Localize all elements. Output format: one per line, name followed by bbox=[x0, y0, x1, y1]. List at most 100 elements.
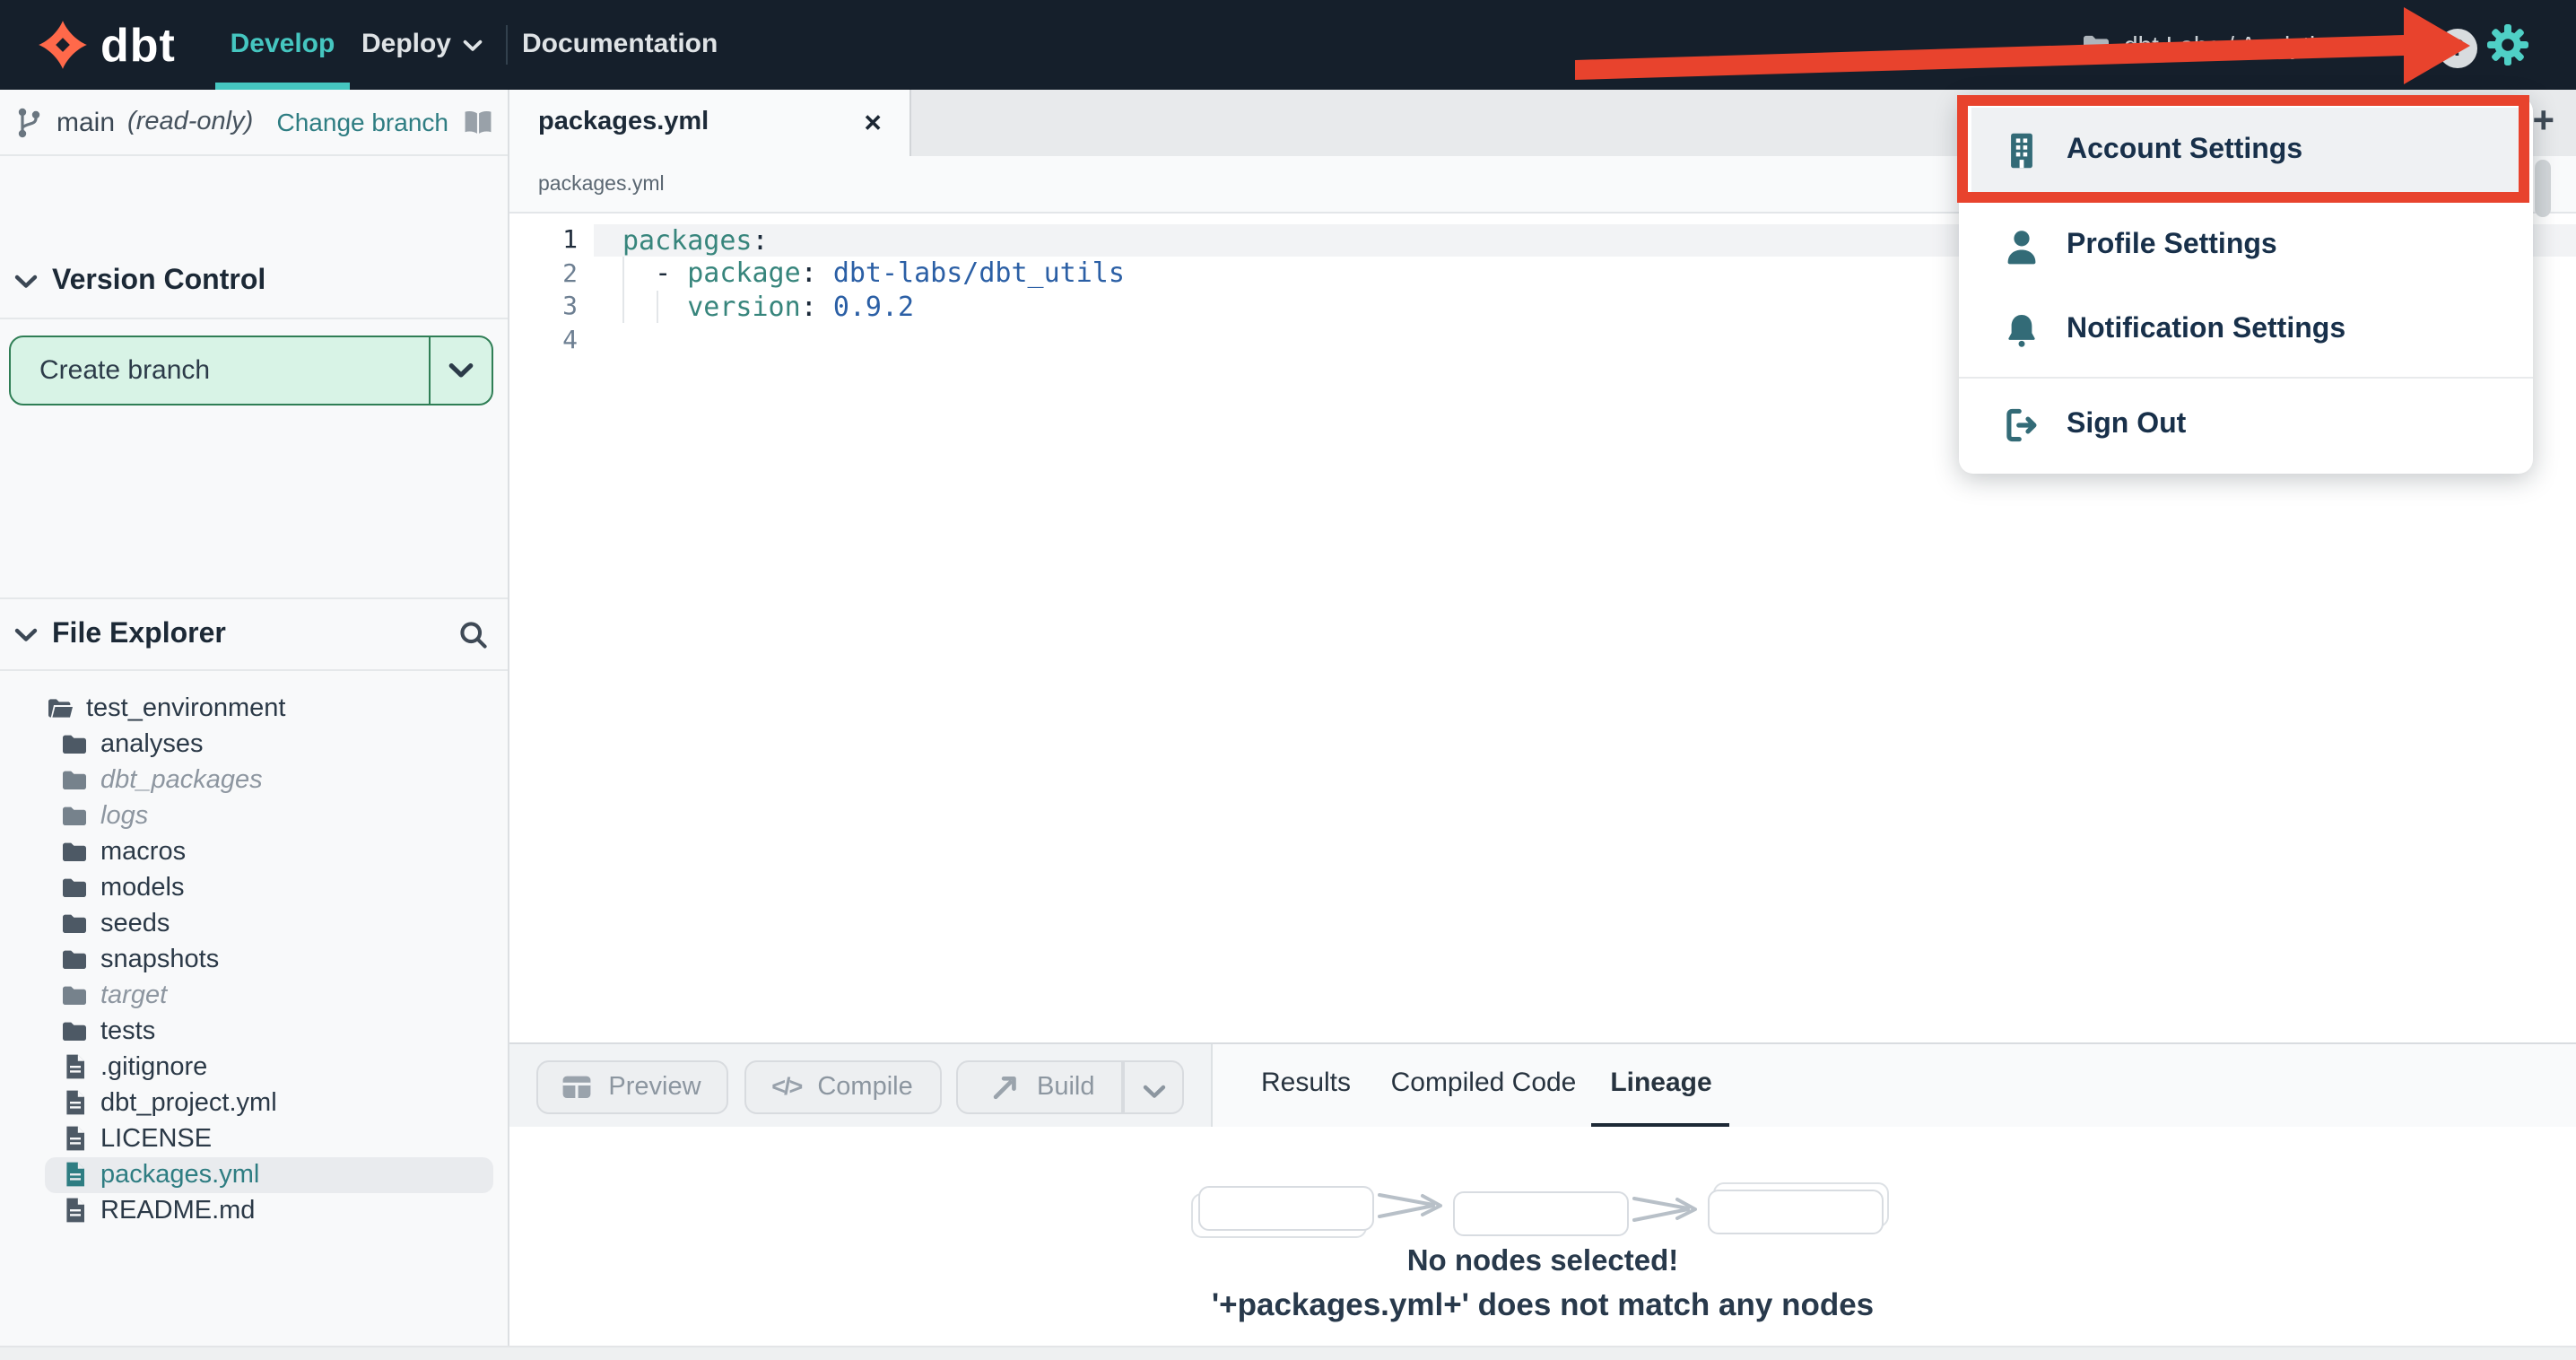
folder-icon bbox=[61, 804, 88, 827]
tree-item-file[interactable]: .gitignore bbox=[0, 1049, 508, 1085]
building-icon bbox=[2000, 129, 2043, 172]
docs-book-icon[interactable] bbox=[463, 109, 493, 135]
chevron-down-icon bbox=[14, 627, 38, 641]
tree-item-folder[interactable]: models bbox=[0, 869, 508, 905]
split-divider bbox=[1121, 1062, 1124, 1112]
file-icon bbox=[61, 1125, 88, 1152]
folder-icon bbox=[61, 876, 88, 899]
create-branch-button[interactable]: Create branch bbox=[9, 335, 493, 405]
tab-label: packages.yml bbox=[538, 108, 709, 136]
menu-item-label: Profile Settings bbox=[2067, 230, 2277, 260]
line-number: 2 bbox=[562, 259, 578, 288]
chevron-down-icon bbox=[462, 39, 482, 50]
chevron-down-icon[interactable] bbox=[1143, 1078, 1166, 1107]
tree-item-folder[interactable]: macros bbox=[0, 833, 508, 869]
tree-item-folder[interactable]: snapshots bbox=[0, 941, 508, 977]
tree-item-file[interactable]: dbt_project.yml bbox=[0, 1085, 508, 1120]
tab-lineage[interactable]: Lineage bbox=[1607, 1042, 1715, 1125]
sidebar: main (read-only) Change branch Version C… bbox=[0, 90, 509, 1360]
top-navbar: dbt Develop Deploy Documentation dbt Lab… bbox=[0, 0, 2576, 90]
chevron-down-icon bbox=[14, 275, 38, 289]
indent-guide bbox=[656, 290, 657, 324]
nav-develop[interactable]: Develop bbox=[215, 0, 350, 90]
folder-open-icon bbox=[47, 696, 74, 719]
dbt-cloud-ide: dbt Develop Deploy Documentation dbt Lab… bbox=[0, 0, 2576, 1360]
branch-mode: (read-only) bbox=[127, 108, 254, 136]
build-button[interactable]: Build bbox=[956, 1060, 1184, 1113]
help-button[interactable]: ? bbox=[2438, 29, 2477, 68]
new-tab-button[interactable]: + bbox=[2532, 90, 2554, 154]
git-branch-icon bbox=[17, 107, 39, 137]
folder-icon bbox=[61, 1019, 88, 1042]
table-icon bbox=[563, 1076, 591, 1098]
version-control-title: Version Control bbox=[52, 265, 266, 296]
tree-item-file[interactable]: LICENSE bbox=[0, 1120, 508, 1156]
editor-scrollbar[interactable] bbox=[2535, 160, 2550, 217]
folder-icon bbox=[61, 840, 88, 863]
menu-item-notification-settings[interactable]: Notification Settings bbox=[1959, 294, 2532, 366]
menu-divider bbox=[1959, 377, 2532, 379]
gear-icon[interactable] bbox=[2486, 23, 2529, 66]
account-label: dbt Labs / Analytics bbox=[2124, 31, 2341, 59]
compile-button[interactable]: </> Compile bbox=[744, 1060, 941, 1113]
folder-icon bbox=[61, 947, 88, 971]
file-icon bbox=[61, 1161, 88, 1188]
account-context[interactable]: dbt Labs / Analytics bbox=[2081, 0, 2340, 90]
tab-compiled-code[interactable]: Compiled Code bbox=[1387, 1042, 1580, 1125]
tree-item-folder[interactable]: seeds bbox=[0, 905, 508, 941]
menu-item-sign-out[interactable]: Sign Out bbox=[1959, 389, 2532, 461]
change-branch-link[interactable]: Change branch bbox=[277, 108, 449, 136]
line-number: 4 bbox=[562, 326, 578, 354]
branch-name: main bbox=[57, 107, 116, 137]
menu-item-label: Sign Out bbox=[2067, 409, 2187, 440]
branch-row: main (read-only) Change branch bbox=[0, 90, 508, 156]
file-icon bbox=[61, 1197, 88, 1224]
action-buttons-zone: Preview </> Compile Build bbox=[509, 1044, 1213, 1127]
tree-item-folder[interactable]: tests bbox=[0, 1013, 508, 1049]
tree-item-folder[interactable]: target bbox=[0, 977, 508, 1013]
file-tree: test_environment analyses dbt_packages l… bbox=[0, 671, 508, 1228]
tree-item-folder[interactable]: test_environment bbox=[0, 690, 508, 726]
folder-icon bbox=[61, 768, 88, 791]
menu-item-label: Account Settings bbox=[2067, 135, 2303, 165]
tab-packages-yml[interactable]: packages.yml ✕ bbox=[509, 90, 911, 156]
lineage-empty-title: No nodes selected! bbox=[1406, 1245, 1679, 1277]
menu-item-profile-settings[interactable]: Profile Settings bbox=[1959, 210, 2532, 282]
tree-item-folder[interactable]: dbt_packages bbox=[0, 762, 508, 798]
close-icon[interactable]: ✕ bbox=[863, 90, 883, 156]
file-explorer-title: File Explorer bbox=[52, 618, 226, 649]
preview-button[interactable]: Preview bbox=[535, 1060, 727, 1113]
file-icon bbox=[61, 1089, 88, 1116]
search-icon[interactable] bbox=[459, 621, 488, 649]
sign-out-icon bbox=[2000, 404, 2043, 447]
tree-item-file-selected[interactable]: packages.yml bbox=[0, 1156, 508, 1192]
chevron-down-icon[interactable] bbox=[431, 362, 492, 378]
file-icon bbox=[61, 1053, 88, 1080]
tree-item-folder[interactable]: analyses bbox=[0, 726, 508, 762]
dbt-logo-icon[interactable] bbox=[38, 20, 88, 70]
brand-text: dbt bbox=[100, 18, 176, 72]
lineage-empty-subtitle: '+packages.yml+' does not match any node… bbox=[1211, 1286, 1875, 1321]
settings-dropdown-menu: Account Settings Profile Settings Notifi… bbox=[1959, 97, 2532, 474]
indent-guide bbox=[622, 257, 624, 324]
bell-icon bbox=[2000, 309, 2043, 352]
breadcrumb: packages.yml bbox=[538, 174, 665, 196]
nav-deploy[interactable]: Deploy bbox=[357, 0, 486, 90]
line-number: 1 bbox=[562, 226, 578, 255]
tab-results[interactable]: Results bbox=[1256, 1042, 1356, 1125]
folder-icon bbox=[61, 911, 88, 935]
folder-icon bbox=[61, 732, 88, 755]
nav-documentation[interactable]: Documentation bbox=[522, 0, 718, 90]
menu-item-account-settings[interactable]: Account Settings bbox=[1959, 108, 2532, 194]
tree-item-folder[interactable]: logs bbox=[0, 798, 508, 833]
line-number: 3 bbox=[562, 292, 578, 321]
build-arrow-icon bbox=[993, 1076, 1016, 1099]
version-control-header[interactable]: Version Control bbox=[0, 246, 508, 318]
bottom-scroll-strip[interactable] bbox=[0, 1346, 2576, 1360]
nav-divider bbox=[506, 25, 508, 65]
person-icon bbox=[2000, 224, 2043, 267]
file-explorer-header[interactable]: File Explorer bbox=[0, 597, 508, 671]
tree-item-file[interactable]: README.md bbox=[0, 1192, 508, 1228]
folder-icon bbox=[2084, 35, 2109, 56]
create-branch-label: Create branch bbox=[39, 354, 211, 385]
